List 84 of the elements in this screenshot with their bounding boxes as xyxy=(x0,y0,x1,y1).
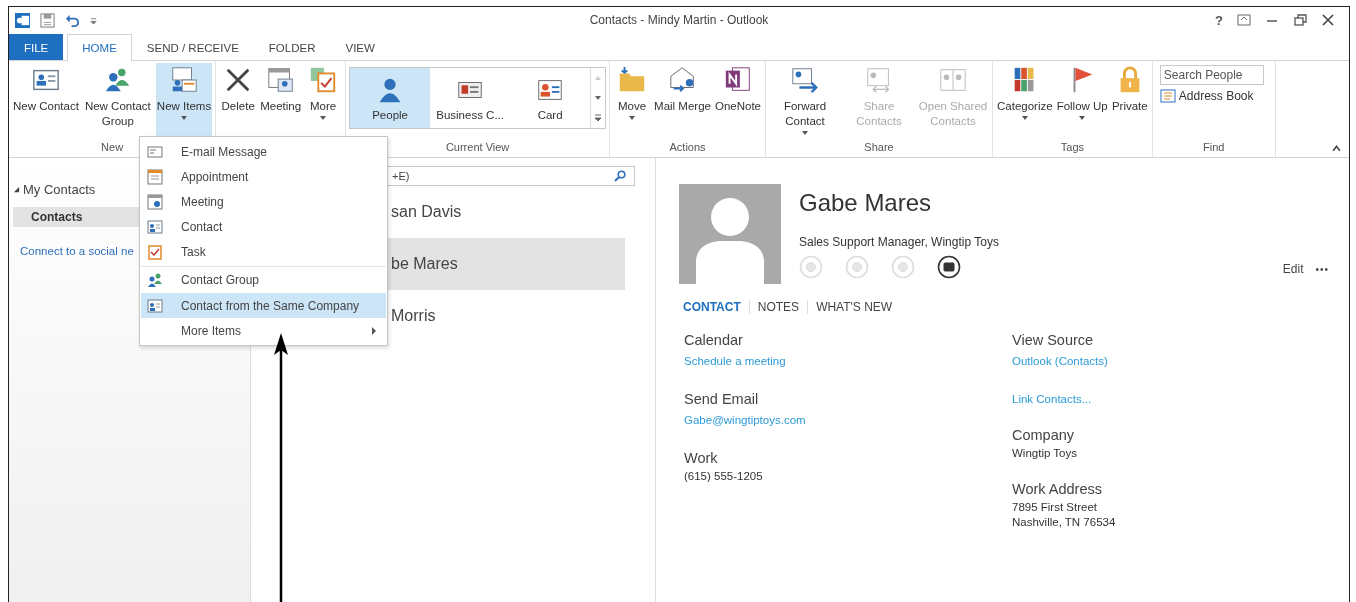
ribbon-button[interactable]: Private xyxy=(1110,63,1149,137)
field-value: (615) 555-1205 xyxy=(684,469,764,484)
contact-card-icon xyxy=(147,297,163,314)
group-label: Share xyxy=(864,141,894,153)
forward-card-icon xyxy=(790,65,820,95)
ribbon-button[interactable]: New Contact xyxy=(12,63,80,137)
ribbon-button[interactable]: Move xyxy=(613,63,652,137)
save-icon[interactable] xyxy=(40,12,55,28)
contact-tab[interactable]: WHAT'S NEW xyxy=(807,300,901,314)
group-label: New xyxy=(101,141,124,153)
field-value: 7895 First Street xyxy=(1012,500,1098,515)
view-option[interactable]: Card xyxy=(510,68,591,128)
field-label: View Source xyxy=(1012,332,1095,348)
calendar-icon xyxy=(147,168,163,185)
ribbon-button[interactable]: Meeting xyxy=(259,63,303,137)
address-book-button[interactable]: Address Book xyxy=(1159,89,1268,103)
scroll-down-icon[interactable] xyxy=(594,94,603,102)
contact-name: Gabe Mares xyxy=(799,189,933,217)
ribbon-button[interactable]: New Items xyxy=(155,63,213,137)
field-label: Calendar xyxy=(684,332,744,348)
caret-icon xyxy=(629,116,636,120)
ribbon-button[interactable]: Delete xyxy=(219,63,258,137)
field-label: Work xyxy=(684,450,719,466)
ribbon-button[interactable]: More xyxy=(304,63,343,137)
ribbon-tab[interactable]: SEND / RECEIVE xyxy=(131,34,254,60)
menu-item[interactable]: More Items xyxy=(141,318,386,343)
contact-card-icon xyxy=(147,218,163,235)
caret-icon xyxy=(1021,116,1028,120)
more-options-button[interactable]: ••• xyxy=(1315,263,1329,275)
group-label: Current View xyxy=(445,141,510,153)
menu-item[interactable]: E-mail Message xyxy=(141,139,386,164)
group-label: Find xyxy=(1203,141,1225,153)
field-label: Company xyxy=(1012,427,1076,443)
calendar-icon xyxy=(147,193,163,210)
group-label: Tags xyxy=(1060,141,1084,153)
ribbon-tab[interactable]: VIEW xyxy=(330,34,390,60)
search-people-field[interactable]: Search People xyxy=(1159,65,1264,85)
search-icon xyxy=(614,170,626,182)
restore-icon[interactable] xyxy=(1293,14,1307,26)
address-book-icon xyxy=(1159,89,1176,103)
mail-icon[interactable] xyxy=(937,255,961,279)
view-option[interactable]: People xyxy=(350,68,431,128)
ribbon-button[interactable]: Forward Contact xyxy=(769,63,841,137)
folder-header[interactable]: My Contacts xyxy=(9,182,96,197)
ribbon-button[interactable]: OneNote xyxy=(714,63,762,137)
ribbon-tab[interactable]: FOLDER xyxy=(253,34,331,60)
help-button[interactable]: ? xyxy=(1215,12,1223,28)
ribbon-button[interactable]: Follow Up xyxy=(1055,63,1109,137)
ribbon-tab[interactable]: FILE xyxy=(9,34,64,60)
task-icon xyxy=(147,243,163,260)
caret-icon xyxy=(181,116,187,120)
menu-item[interactable]: Contact from the Same Company xyxy=(141,293,386,318)
calendar-icon xyxy=(265,65,296,95)
customize-caret-icon[interactable] xyxy=(90,16,97,24)
contact-job-title: Sales Support Manager, Wingtip Toys xyxy=(799,235,999,249)
caret-icon xyxy=(802,131,808,135)
ribbon-tab[interactable]: HOME xyxy=(67,34,132,61)
people-icon xyxy=(147,272,163,288)
expand-gallery-icon[interactable] xyxy=(594,114,603,122)
contact-tab[interactable]: CONTACT xyxy=(679,300,749,314)
edit-link[interactable]: Edit xyxy=(1282,262,1304,276)
ribbon-button[interactable]: Categorize xyxy=(996,63,1054,137)
close-icon[interactable] xyxy=(1321,14,1335,26)
submenu-arrow-icon xyxy=(372,326,376,335)
collapse-ribbon-icon[interactable] xyxy=(1332,145,1341,152)
envelope-icon xyxy=(147,143,163,160)
view-option[interactable]: Business C... xyxy=(430,68,511,128)
field-value: Wingtip Toys xyxy=(1012,446,1078,461)
ribbon-button[interactable]: Mail Merge xyxy=(653,63,712,137)
field-label: Send Email xyxy=(684,391,760,407)
caret-icon xyxy=(320,116,327,120)
contact-tab[interactable]: NOTES xyxy=(748,300,808,314)
app-logo-icon[interactable] xyxy=(15,12,30,28)
group-label: Actions xyxy=(669,141,706,153)
field-label: Work Address xyxy=(1012,481,1103,497)
window-title: Contacts - Mindy Martin - Outlook xyxy=(588,13,770,27)
caret-icon xyxy=(1079,116,1086,120)
new-items-icon xyxy=(169,65,199,95)
undo-icon[interactable] xyxy=(65,12,80,28)
ribbon-display-icon[interactable] xyxy=(1237,14,1251,26)
ribbon-button[interactable]: New Contact Group xyxy=(81,63,154,137)
expand-icon xyxy=(13,186,20,193)
field-value: Nashville, TN 76534 xyxy=(1012,515,1116,530)
social-network-link[interactable]: Connect to a social ne xyxy=(20,245,134,257)
